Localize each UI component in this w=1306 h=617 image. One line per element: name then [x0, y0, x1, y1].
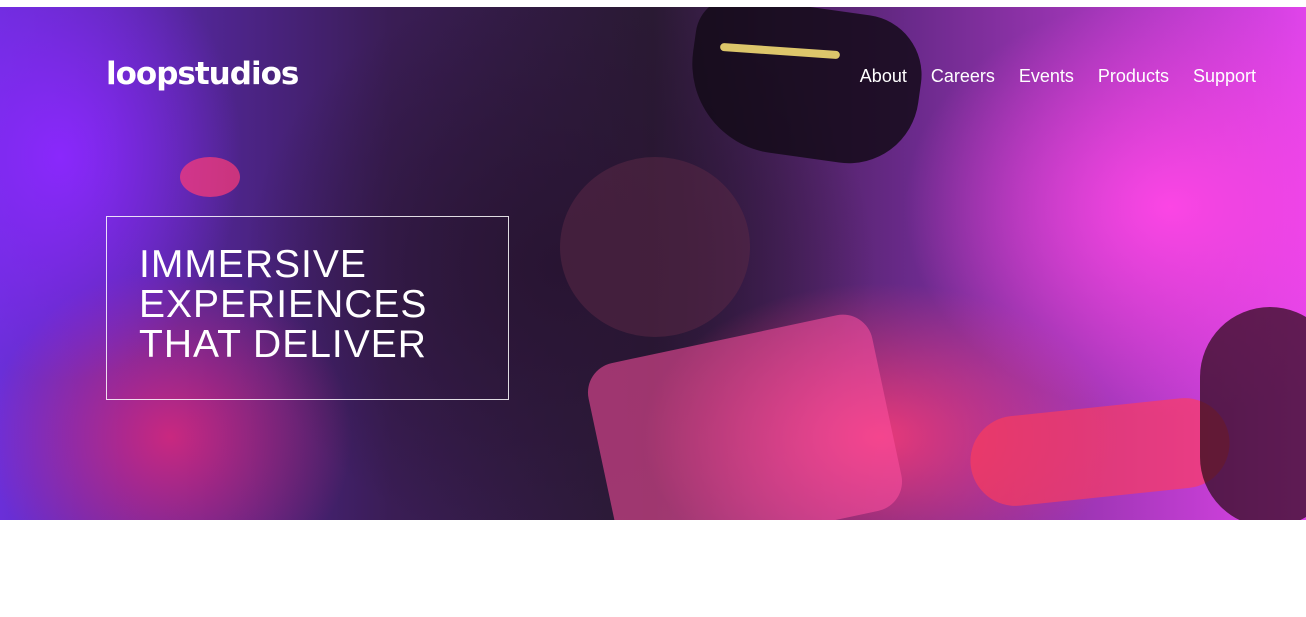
logo[interactable]: loopstudios [106, 51, 299, 97]
hero-image-detail [582, 309, 908, 520]
hero-image-detail [966, 393, 1234, 511]
nav-item-support[interactable]: Support [1193, 64, 1256, 88]
top-border [0, 0, 1306, 7]
page-body [0, 520, 1306, 617]
vr-headset-shape [680, 7, 930, 173]
hero-headline-box: IMMERSIVE EXPERIENCES THAT DELIVER [106, 216, 509, 400]
main-nav: About Careers Events Products Support [860, 64, 1256, 88]
hero-section: loopstudios About Careers Events Product… [0, 7, 1306, 520]
hero-image-detail [1200, 307, 1306, 520]
hero-headline: IMMERSIVE EXPERIENCES THAT DELIVER [139, 245, 508, 365]
nav-item-careers[interactable]: Careers [931, 64, 995, 88]
nav-item-about[interactable]: About [860, 64, 907, 88]
nav-item-products[interactable]: Products [1098, 64, 1169, 88]
hero-headline-line: THAT DELIVER [139, 323, 427, 366]
nav-item-events[interactable]: Events [1019, 64, 1074, 88]
hero-image-detail [180, 157, 240, 197]
hero-headline-line: EXPERIENCES [139, 283, 428, 326]
hero-headline-line: IMMERSIVE [139, 243, 367, 286]
hero-image-detail [560, 157, 750, 337]
